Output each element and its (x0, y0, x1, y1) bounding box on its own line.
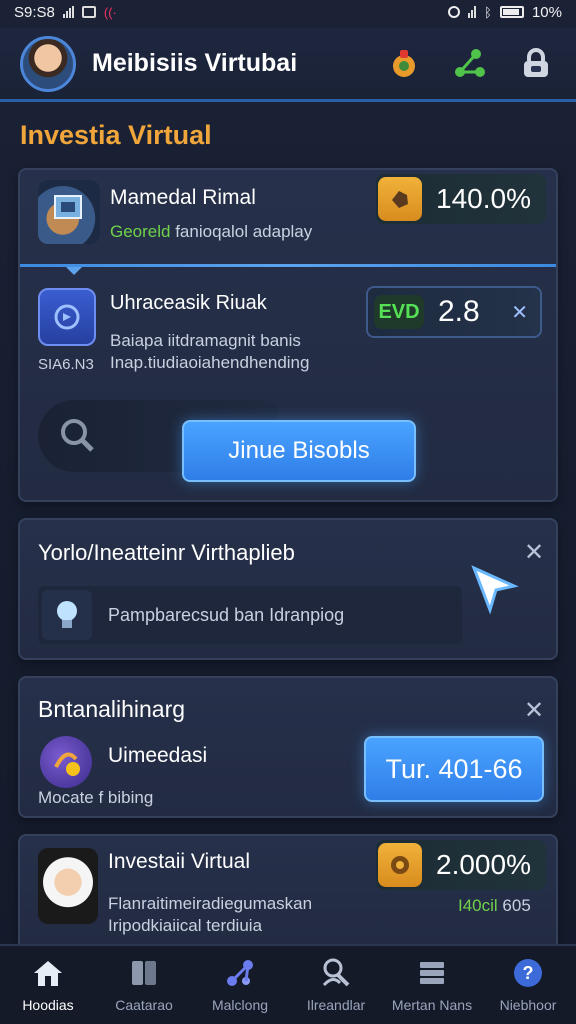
profile-badge-icon (40, 736, 92, 788)
avatar[interactable] (20, 35, 76, 92)
coin-icon (378, 843, 422, 887)
investment-card-secondary: Investaii Virtual Flanraitimeiradiegumas… (18, 834, 558, 944)
item-footnote: I40cil 605 (458, 896, 531, 915)
stack-icon (416, 957, 448, 989)
investment-card-primary: Mamedal Rimal Georeld fanioqalol adaplay… (18, 168, 558, 502)
tab-label: Niebhoor (499, 997, 557, 1013)
item-subtitle: Georeld fanioqalol adaplay (110, 222, 313, 241)
item-title: Uhraceasik Riuak (110, 292, 267, 314)
section-title: Investia Virtual (20, 120, 212, 150)
item-side-label: SIA6.N3 (38, 356, 94, 373)
tab-catalog[interactable]: Caatarao (96, 946, 192, 1024)
lock-icon[interactable] (516, 44, 556, 84)
tab-label: Hoodias (22, 997, 74, 1013)
status-time: S9:S8 (14, 3, 55, 21)
svg-text:?: ? (523, 963, 534, 983)
card-title: Bntanalihinarg (38, 696, 186, 722)
fist-icon (378, 177, 422, 221)
cell-signal-icon (468, 6, 477, 18)
bottom-tab-bar: Hoodias Caatarao Malclong Ilreandlar Mer… (0, 944, 576, 1024)
value-chip: EVD 2.8 ✕ (366, 286, 542, 338)
divider-notch (66, 267, 82, 275)
close-icon[interactable]: ✕ (524, 538, 544, 567)
item-subtitle: Mocate f bibing (38, 788, 154, 807)
tab-search[interactable]: Ilreandlar (288, 946, 384, 1024)
item-title: Mamedal Rimal (110, 186, 256, 209)
portrait-thumbnail (38, 848, 98, 924)
battery-icon (499, 6, 524, 18)
tab-label: Caatarao (115, 997, 173, 1013)
item-description-line: Flanraitimeiradiegumaskan (108, 894, 313, 913)
tab-label: Mertan Nans (391, 997, 473, 1013)
shield-app-icon (38, 288, 96, 346)
card-title: Yorlo/Ineatteinr Virthaplieb (38, 540, 295, 565)
lightbulb-icon (42, 590, 92, 640)
search-icon (61, 419, 94, 452)
battery-level: 10% (531, 3, 562, 21)
item-description-line: Baiapa iitdramagnit banis (110, 331, 301, 350)
status-bar: S9:S8 ((· ᛒ 10% (0, 0, 576, 24)
tab-stack[interactable]: Mertan Nans (384, 946, 480, 1024)
evd-badge: EVD (374, 295, 424, 329)
help-icon: ? (512, 957, 544, 989)
tip-text: Pampbarecsud ban Idranpiog (108, 604, 345, 625)
cube-character-thumbnail (38, 180, 100, 244)
close-icon[interactable]: ✕ (524, 696, 544, 725)
tab-help[interactable]: ? Niebhoor (480, 946, 576, 1024)
item-description-line: Iripodkiaiical terdiuia (108, 916, 263, 935)
bluetooth-icon: ᛒ (484, 4, 492, 20)
ranking-card: Bntanalihinarg ✕ Uimeedasi Mocate f bibi… (18, 676, 558, 818)
search-person-icon (320, 957, 352, 989)
return-chip: 140.0% (376, 174, 546, 224)
action-button[interactable]: Jinue Bisobls (182, 420, 416, 482)
return-value: 140.0% (436, 183, 531, 214)
wifi-icon: ((· (103, 4, 117, 20)
virtual-tips-card: Yorlo/Ineatteinr Virthaplieb ✕ Pampbarec… (18, 518, 558, 660)
cursor-icon (470, 564, 520, 623)
value-button[interactable]: Tur. 401-66 (364, 736, 544, 802)
tip-box[interactable]: Pampbarecsud ban Idranpiog (38, 586, 462, 644)
item-description-line: Inap.tiudiaoiahendhending (110, 353, 310, 372)
close-icon[interactable]: ✕ (511, 300, 528, 325)
app-notification-icon (81, 6, 96, 18)
network-icon (224, 957, 256, 989)
item-title: Uimeedasi (108, 744, 208, 767)
tab-label: Ilreandlar (306, 997, 366, 1013)
share-icon[interactable] (450, 44, 490, 84)
tab-network[interactable]: Malclong (192, 946, 288, 1024)
signal-icon (62, 6, 74, 18)
chip-value: 2.8 (438, 295, 480, 328)
gear-badge-icon[interactable] (384, 44, 424, 84)
app-header: Meibisiis Virtubai (0, 28, 576, 102)
divider (20, 264, 556, 267)
home-icon (31, 957, 65, 989)
alarm-icon (448, 6, 461, 18)
tab-home[interactable]: Hoodias (0, 946, 96, 1024)
book-icon (129, 957, 159, 989)
return-chip: 2.000% (376, 840, 546, 890)
app-title: Meibisiis Virtubai (92, 49, 298, 77)
return-value: 2.000% (436, 849, 531, 880)
tab-label: Malclong (211, 997, 269, 1013)
item-title: Investaii Virtual (108, 850, 251, 873)
